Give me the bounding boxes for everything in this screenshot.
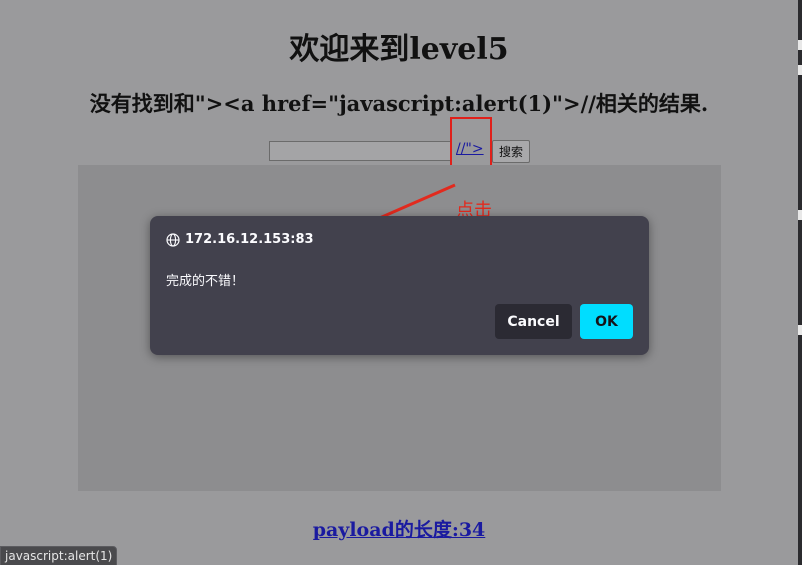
dialog-message: 完成的不错！ [166, 274, 245, 289]
ok-button[interactable]: OK [580, 304, 633, 339]
globe-icon [166, 232, 180, 247]
right-edge-strip [798, 0, 802, 565]
page-title: 欢迎来到level5 [289, 32, 509, 67]
dialog-origin-text: 172.16.12.153:83 [185, 232, 314, 247]
status-bar-url: javascript:alert(1) [0, 546, 118, 565]
browser-page: 欢迎来到level5 没有找到和"><a href="javascript:al… [0, 0, 802, 565]
annotation-highlight-box [450, 117, 492, 172]
search-input[interactable] [269, 141, 452, 161]
cancel-button[interactable]: Cancel [495, 304, 572, 339]
search-button[interactable]: 搜索 [492, 140, 530, 163]
payload-length-link[interactable]: payload的长度:34 [0, 515, 798, 542]
search-result-text: 没有找到和"><a href="javascript:alert(1)">//相… [89, 91, 709, 116]
dialog-origin: 172.16.12.153:83 [166, 232, 314, 247]
alert-dialog: 172.16.12.153:83 完成的不错！ Cancel OK [150, 216, 649, 355]
